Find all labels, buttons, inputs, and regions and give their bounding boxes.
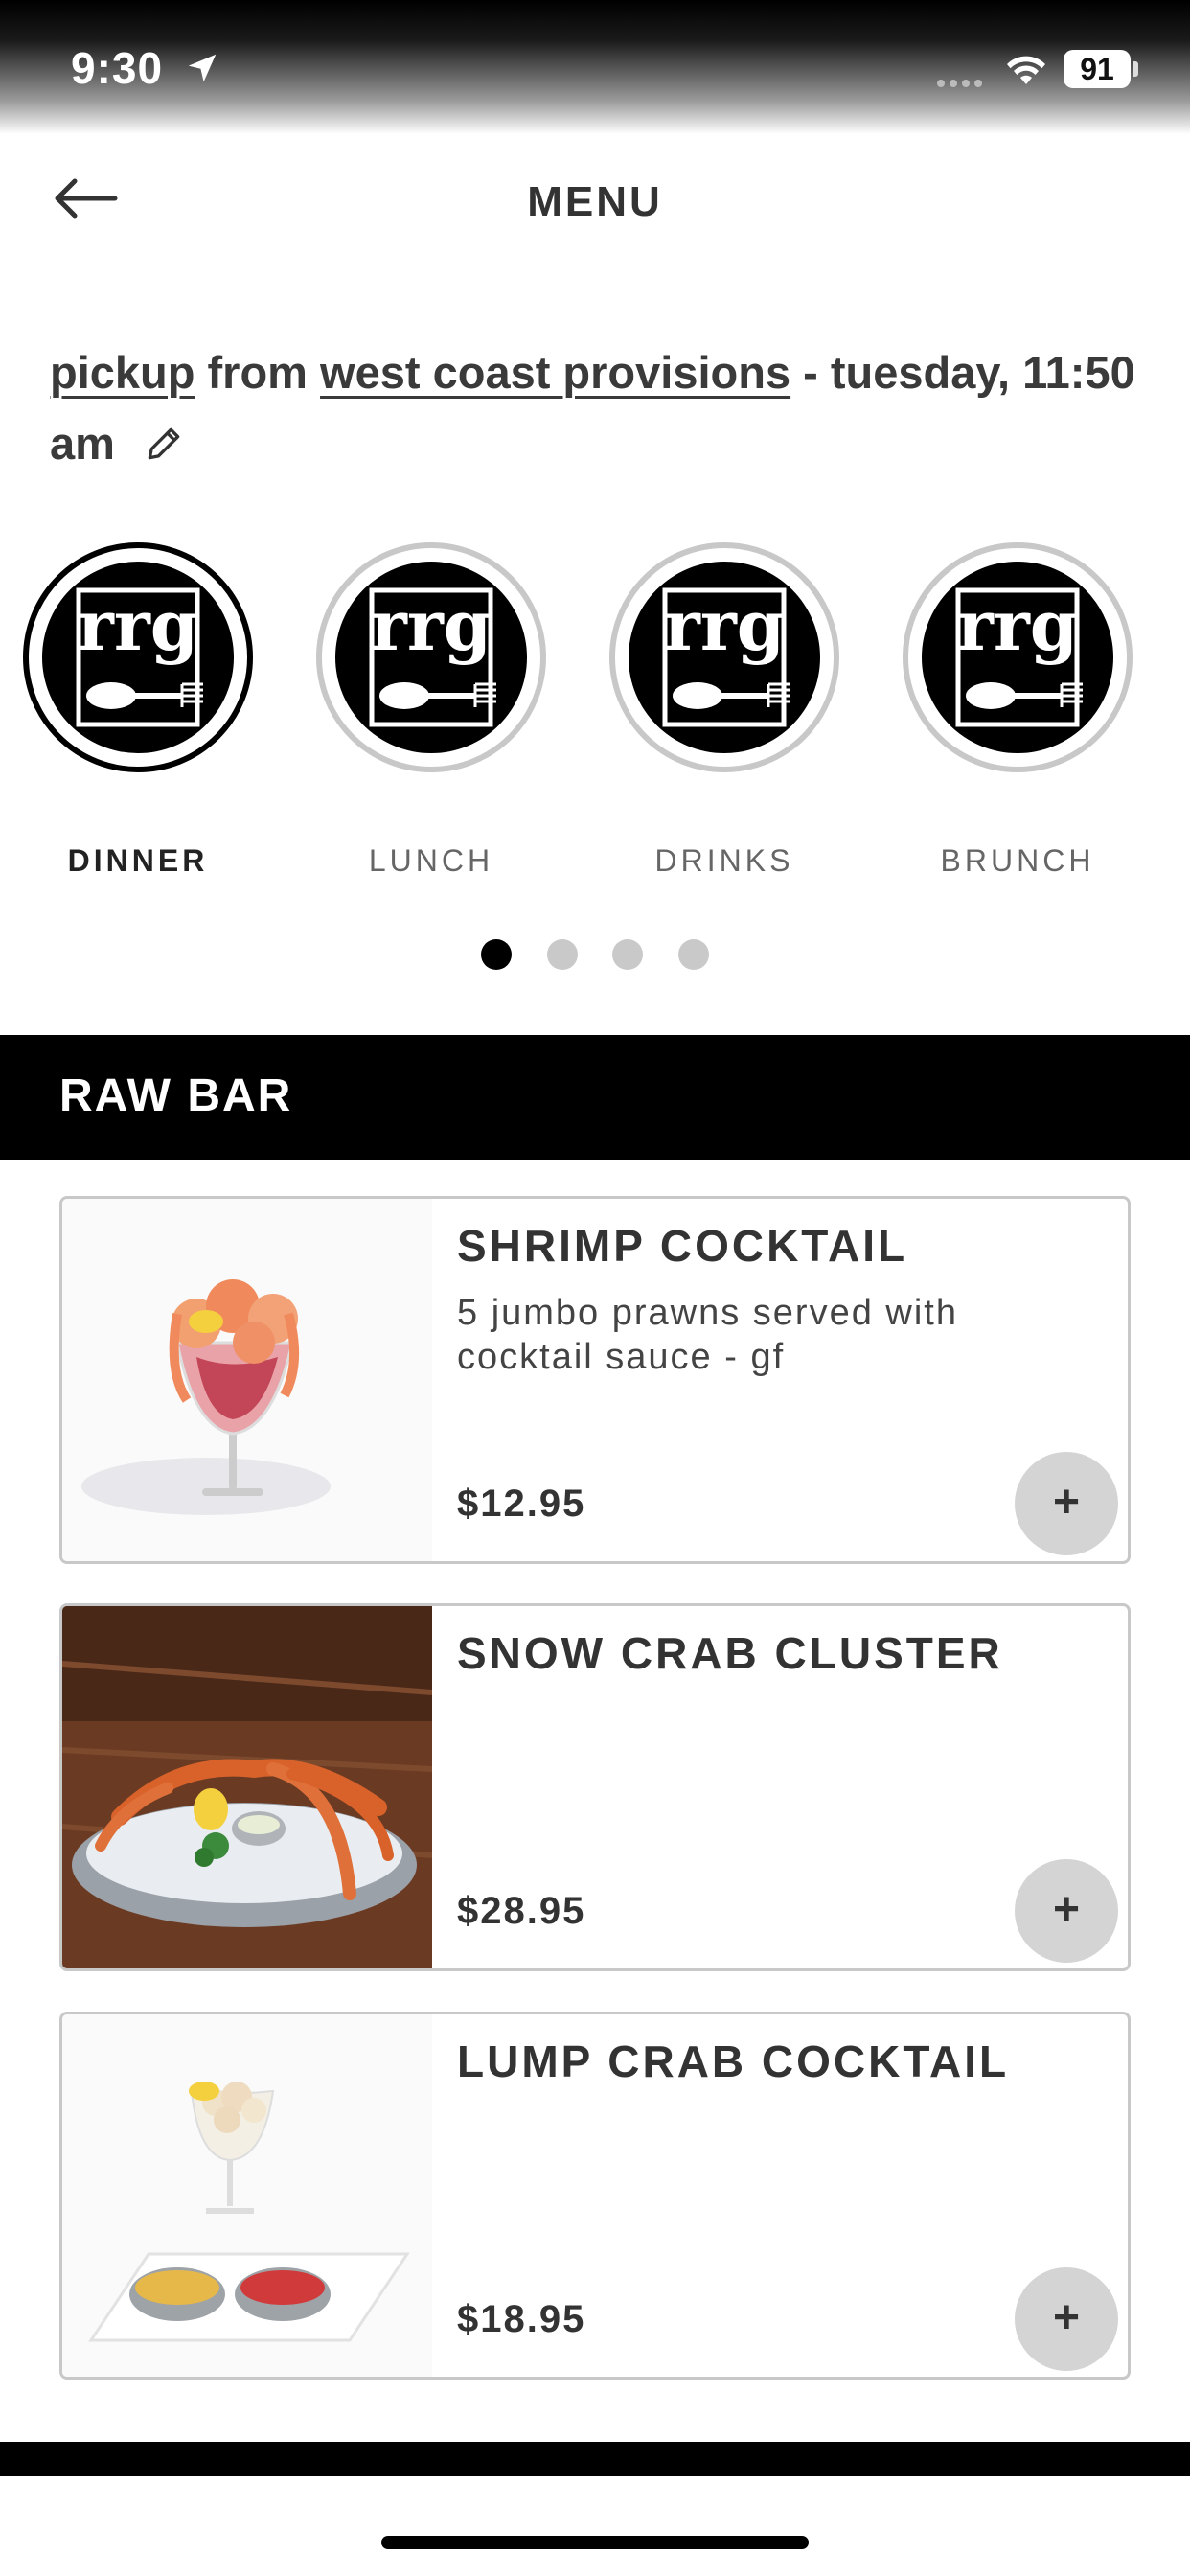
rrg-logo-icon: rrg — [629, 562, 820, 753]
add-to-cart-button[interactable]: + — [1015, 2267, 1118, 2371]
svg-text:rrg: rrg — [957, 585, 1078, 666]
rrg-logo-icon: rrg — [42, 562, 234, 753]
pickup-details: pickup from west coast provisions - tues… — [50, 337, 1142, 479]
category-label: LUNCH — [368, 843, 494, 878]
pickup-method-link[interactable]: pickup — [50, 347, 195, 398]
status-time: 9:30 — [71, 43, 164, 93]
page-dot-2[interactable] — [546, 939, 578, 970]
menu-item-card[interactable]: LUMP CRAB COCKTAIL $18.95 + — [59, 2012, 1131, 2380]
section-title: RAW BAR — [59, 1070, 293, 1121]
add-to-cart-button[interactable]: + — [1015, 1452, 1118, 1555]
item-price: $12.95 — [457, 1483, 586, 1525]
bottom-bar — [0, 2442, 1190, 2476]
svg-text:rrg: rrg — [371, 585, 492, 666]
rrg-logo-icon: rrg — [922, 562, 1113, 753]
menu-item-card[interactable]: SNOW CRAB CLUSTER $28.95 + — [59, 1603, 1131, 1971]
item-description: 5 jumbo prawns served with cocktail sauc… — [457, 1293, 958, 1377]
category-lunch[interactable]: rrg LUNCH — [314, 542, 548, 879]
home-indicator[interactable] — [381, 2536, 809, 2549]
item-name: SHRIMP COCKTAIL — [457, 1221, 908, 1271]
page-title: MENU — [527, 178, 663, 225]
section-header: RAW BAR — [0, 1035, 1190, 1160]
snow-crab-image — [62, 1606, 432, 1968]
location-arrow-icon — [188, 54, 217, 82]
category-circle: rrg — [609, 542, 839, 772]
lump-crab-cocktail-image — [62, 2014, 432, 2377]
category-dinner[interactable]: rrg DINNER — [21, 542, 255, 879]
battery-icon: 91 — [1064, 50, 1131, 88]
wifi-icon — [1007, 56, 1045, 84]
item-price: $18.95 — [457, 2298, 586, 2340]
add-to-cart-button[interactable]: + — [1015, 1859, 1118, 1963]
category-label: BRUNCH — [940, 843, 1095, 878]
category-circle: rrg — [903, 542, 1133, 772]
rrg-logo-icon: rrg — [335, 562, 527, 753]
category-label: DRINKS — [654, 843, 794, 878]
category-circle: rrg — [316, 542, 546, 772]
status-bar: 9:30 91 — [0, 0, 1190, 134]
item-name: LUMP CRAB COCKTAIL — [457, 2036, 1010, 2086]
shrimp-cocktail-image — [62, 1199, 432, 1561]
svg-text:rrg: rrg — [78, 585, 198, 666]
category-pagination — [0, 939, 1190, 975]
category-circle: rrg — [23, 542, 253, 772]
page-dot-1[interactable] — [481, 939, 513, 970]
pencil-edit-icon[interactable] — [143, 423, 185, 465]
battery-tip — [1133, 61, 1138, 77]
category-label: DINNER — [67, 843, 209, 878]
item-price: $28.95 — [457, 1890, 586, 1932]
category-drinks[interactable]: rrg DRINKS — [607, 542, 841, 879]
pickup-connector: from — [207, 347, 308, 398]
page-dot-4[interactable] — [677, 939, 709, 970]
page-dot-3[interactable] — [612, 939, 644, 970]
item-name: SNOW CRAB CLUSTER — [457, 1628, 1003, 1678]
category-brunch[interactable]: rrg BRUNCH — [901, 542, 1134, 879]
pickup-location-link[interactable]: west coast provisions — [320, 347, 790, 398]
menu-item-card[interactable]: SHRIMP COCKTAIL 5 jumbo prawns served wi… — [59, 1196, 1131, 1564]
signal-icon — [937, 75, 987, 92]
svg-text:rrg: rrg — [664, 585, 785, 666]
